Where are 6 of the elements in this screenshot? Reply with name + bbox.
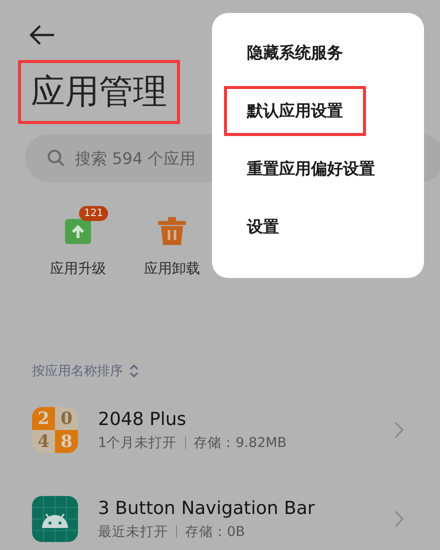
page-title: 应用管理 — [18, 60, 180, 124]
last-opened-text: 1个月未打开 — [98, 434, 177, 452]
last-opened-text: 最近未打开 — [98, 522, 168, 540]
storage-text: 存储：9.82MB — [194, 434, 287, 452]
storage-text: 存储：0B — [185, 522, 245, 540]
count-badge: 121 — [79, 206, 108, 221]
